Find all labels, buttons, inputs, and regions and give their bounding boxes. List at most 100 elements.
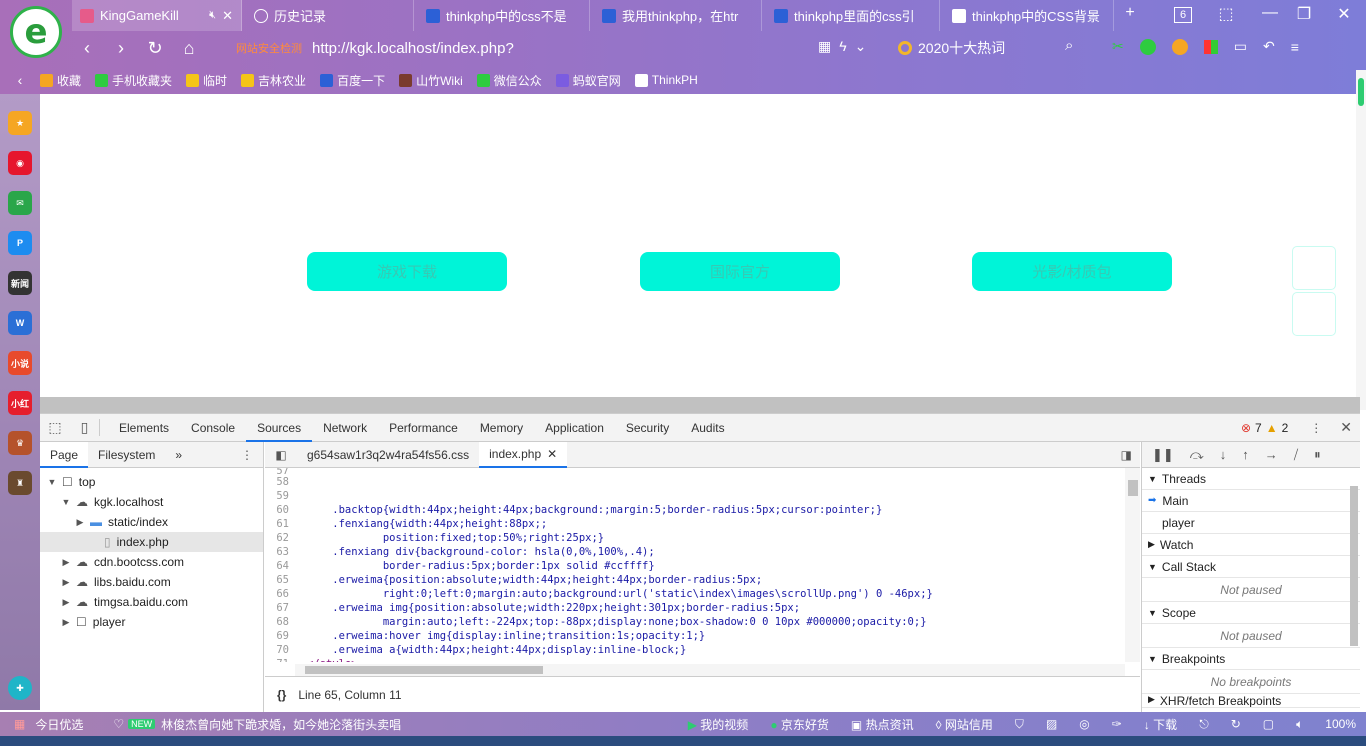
tab-title[interactable]: 我用thinkphp，在htr — [622, 6, 738, 25]
line-number[interactable]: 66 — [265, 587, 295, 601]
devtools-tab-application[interactable]: Application — [534, 414, 615, 442]
devtools-tab-console[interactable]: Console — [180, 414, 246, 442]
line-number[interactable]: 67 — [265, 601, 295, 615]
line-number[interactable]: 57 — [265, 468, 295, 475]
share-widget-top[interactable] — [1292, 246, 1336, 290]
forward-icon[interactable]: › — [104, 38, 138, 59]
apps-icon[interactable] — [1203, 39, 1218, 54]
code-text[interactable]: .erweima a{width:44px;height:44px;displa… — [295, 643, 686, 657]
window-icon[interactable]: ▢ — [1263, 717, 1274, 731]
callstack-header[interactable]: ▼ Call Stack — [1142, 556, 1360, 578]
bookmark-item[interactable]: 蚂蚁官网 — [555, 72, 621, 89]
file-tab-index-label[interactable]: index.php — [489, 441, 541, 467]
mute-icon[interactable]: 🔇︎ — [209, 9, 216, 22]
code-line[interactable]: 67 .erweima img{position:absolute;width:… — [265, 601, 1125, 615]
more-tabs-icon[interactable]: » — [165, 442, 192, 468]
code-text[interactable] — [295, 468, 307, 475]
watch-label[interactable]: Watch — [1160, 538, 1194, 552]
code-text[interactable]: position:fixed;top:50%;right:25px;} — [295, 531, 604, 545]
code-lines[interactable]: 57 58 59 60 .backtop{width:44px;height:44px… — [265, 468, 1125, 662]
devtools-tab-sources[interactable]: Sources — [246, 414, 313, 442]
close-tab-icon[interactable]: ✕ — [222, 8, 233, 24]
code-line[interactable]: 66 right:0;left:0;margin:auto;background… — [265, 587, 1125, 601]
code-line[interactable]: 60 .backtop{width:44px;height:44px;backg… — [265, 503, 1125, 517]
code-text[interactable]: margin:auto;left:-224px;top:-88px;displa… — [295, 615, 927, 629]
code-text[interactable]: right:0;left:0;margin:auto;background:ur… — [295, 587, 933, 601]
pretty-print-icon[interactable]: {} — [265, 688, 298, 702]
code-line[interactable]: 69 .erweima:hover img{display:inline;tra… — [265, 629, 1125, 643]
step-into-icon[interactable]: ↓ — [1220, 447, 1227, 462]
code-text[interactable]: .backtop{width:44px;height:44px;backgrou… — [295, 503, 882, 517]
tree-item-label[interactable]: kgk.localhost — [94, 495, 163, 509]
tree-item[interactable]: ▼ ☐ top — [40, 472, 263, 492]
line-number[interactable]: 58 — [265, 475, 295, 489]
code-text[interactable]: .erweima{position:absolute;width:44px;he… — [295, 573, 762, 587]
code-line[interactable]: 62 position:fixed;top:50%;right:25px;} — [265, 531, 1125, 545]
browser-tab[interactable]: KingGameKill 🔇︎ ✕ — [72, 0, 242, 31]
p-app-icon[interactable]: P — [8, 231, 32, 255]
tree-item[interactable]: ▶ ☐ player — [40, 612, 263, 632]
tree-item[interactable]: ▯ index.php — [40, 532, 263, 552]
code-text[interactable]: .fenxiang div{background-color: hsla(0,0… — [295, 545, 654, 559]
threads-header[interactable]: ▼ Threads — [1142, 468, 1360, 490]
bookmark-label[interactable]: 收藏 — [57, 72, 81, 89]
download-label[interactable]: 下载 — [1153, 718, 1177, 732]
breakpoints-header[interactable]: ▼ Breakpoints — [1142, 648, 1360, 670]
device-toggle-icon[interactable]: ▯ — [70, 419, 100, 436]
file-tab-css[interactable]: g654saw1r3q2w4ra54fs56.css — [297, 442, 479, 468]
url-text[interactable]: http://kgk.localhost/index.php? — [312, 40, 514, 57]
line-number[interactable]: 65 — [265, 573, 295, 587]
devtools-tab-performance[interactable]: Performance — [378, 414, 469, 442]
tab-count-badge[interactable]: 6 — [1174, 7, 1192, 23]
download-link[interactable]: ↓ 下载 — [1144, 716, 1177, 733]
expand-arrow-icon[interactable]: ▶ — [74, 517, 86, 528]
skin-icon[interactable]: ⬚ — [1212, 4, 1240, 24]
browser-tab[interactable]: thinkphp里面的css引 — [766, 0, 940, 31]
line-number[interactable]: 70 — [265, 643, 295, 657]
toggle-navigator-icon[interactable]: ◧ — [265, 448, 297, 462]
bookmark-label[interactable]: 蚂蚁官网 — [573, 72, 621, 89]
browser-logo-icon[interactable]: e — [10, 6, 62, 58]
deactivate-breakpoints-icon[interactable]: ⧸ — [1294, 447, 1298, 463]
code-horizontal-scrollbar[interactable] — [295, 664, 1125, 676]
devtools-tab-audits[interactable]: Audits — [680, 414, 735, 442]
sync-icon[interactable]: ⎋ — [1199, 717, 1209, 732]
mail-icon[interactable]: ✉ — [8, 191, 32, 215]
warning-icon[interactable]: ▲ — [1266, 421, 1278, 435]
tree-item[interactable]: ▼ ☁ kgk.localhost — [40, 492, 263, 512]
line-number[interactable]: 59 — [265, 489, 295, 503]
tab-page[interactable]: Page — [40, 441, 89, 468]
bookmark-label[interactable]: 临时 — [203, 72, 227, 89]
daily-picks[interactable]: 今日优选 — [35, 716, 83, 733]
devtools-tab-security[interactable]: Security — [615, 414, 680, 442]
code-text[interactable] — [295, 489, 307, 503]
jd-label[interactable]: 京东好货 — [781, 718, 829, 732]
expand-arrow-icon[interactable]: ▶ — [60, 577, 72, 588]
tree-item-label[interactable]: player — [93, 615, 126, 629]
bookmark-item[interactable]: 百度一下 — [320, 72, 385, 89]
close-tab-icon[interactable]: ✕ — [547, 441, 557, 467]
expand-arrow-icon[interactable]: ▶ — [60, 557, 72, 568]
bookmark-item[interactable]: 手机收藏夹 — [95, 72, 172, 89]
code-scroll-thumb[interactable] — [1127, 480, 1138, 496]
zoom-level[interactable]: 100% — [1325, 717, 1356, 731]
bookmark-item[interactable]: 收藏 — [40, 72, 81, 89]
translate-icon[interactable] — [1139, 38, 1156, 55]
bookmark-label[interactable]: ThinkPH — [652, 73, 698, 87]
expand-arrow-icon[interactable]: ▼ — [60, 497, 72, 507]
credit-label[interactable]: 网站信用 — [945, 718, 993, 732]
scissors-icon[interactable]: ✂ — [1112, 38, 1124, 55]
bookmark-item[interactable]: 吉林农业 — [241, 72, 306, 89]
code-text[interactable]: .fenxiang{width:44px;height:88px;; — [295, 517, 547, 531]
close-window-button[interactable]: ✕ — [1330, 4, 1358, 24]
reload-icon[interactable]: ↻ — [138, 38, 172, 59]
bookmark-item[interactable]: ThinkPH — [634, 73, 698, 87]
code-line[interactable]: 71</style> — [265, 657, 1125, 662]
maximize-button[interactable]: ❐ — [1290, 4, 1318, 24]
international-official-button[interactable]: 国际官方 — [640, 252, 840, 291]
code-line[interactable]: 70 .erweima a{width:44px;height:44px;dis… — [265, 643, 1125, 657]
code-line[interactable]: 59 — [265, 489, 1125, 503]
tree-item-label[interactable]: timgsa.baidu.com — [94, 595, 188, 609]
inspect-icon[interactable]: ⬚ — [40, 419, 70, 436]
xhr-header[interactable]: ▶ XHR/fetch Breakpoints — [1142, 694, 1360, 708]
